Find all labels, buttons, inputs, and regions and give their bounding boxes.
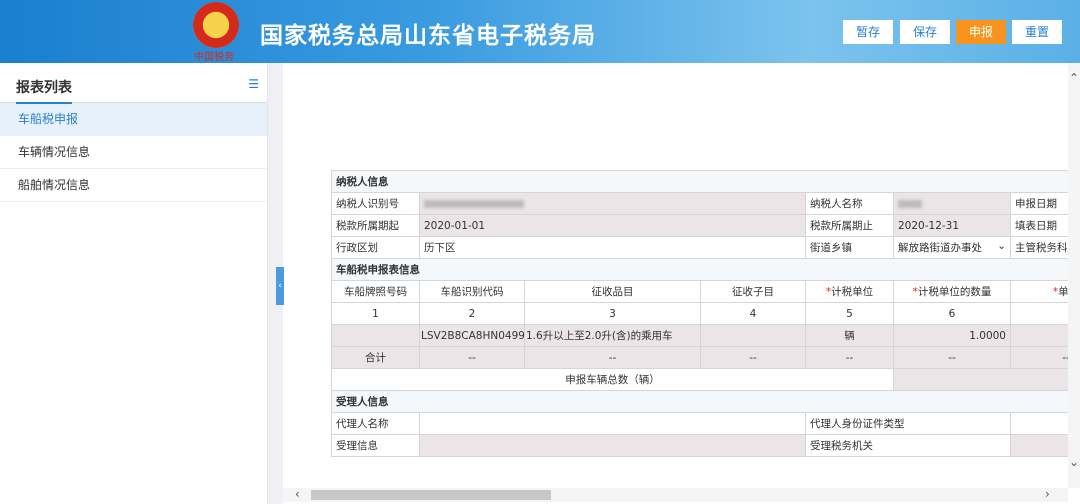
- section-agent: 受理人信息: [331, 390, 1068, 413]
- site-title: 国家税务总局山东省电子税务局: [260, 23, 596, 49]
- table-row: LSV2B8CA8HN049903 1.6升以上至2.0升(含)的乘用车 辆 1…: [331, 324, 1068, 347]
- street-select[interactable]: 解放路街道办事处 ⌄: [893, 236, 1011, 259]
- label: 税款所属期止: [805, 214, 894, 237]
- taxpayer-id-field: [419, 192, 806, 215]
- column-header: 征收品目: [524, 280, 701, 303]
- submit-button[interactable]: 申报: [956, 20, 1006, 44]
- total-cell: --: [524, 346, 701, 369]
- column-header: *计税单位的数量: [893, 280, 1011, 303]
- section-report: 车船税申报表信息: [331, 258, 1068, 281]
- collapse-sidebar-handle[interactable]: ‹: [276, 267, 284, 305]
- label: 税款所属期起: [331, 214, 420, 237]
- emblem-text: 中国税务: [194, 52, 234, 63]
- declaration-form: 纳税人信息 纳税人识别号 纳税人名称 申报日期 税款所属期起 2020-01-01 税款…: [331, 170, 1068, 460]
- vertical-scrollbar[interactable]: ⌃ ⌄: [1068, 63, 1080, 488]
- accept-info-field: [419, 434, 806, 457]
- sidebar-item-vessel-info[interactable]: 船舶情况信息: [0, 169, 267, 202]
- save-button[interactable]: 保存: [900, 20, 950, 44]
- label: 街道乡镇: [805, 236, 894, 259]
- vin-cell: LSV2B8CA8HN049903: [419, 324, 525, 347]
- chevron-down-icon: ⌄: [997, 240, 1006, 252]
- unit-tax-cell: [1009, 324, 1068, 347]
- vehicle-count-field: [892, 368, 1068, 391]
- column-number: 4: [700, 302, 806, 325]
- taxpayer-name-field: [893, 192, 1011, 215]
- column-number: 5: [805, 302, 894, 325]
- column-number: 2: [419, 302, 525, 325]
- subitem-cell: [700, 324, 806, 347]
- agent-name-input[interactable]: [419, 412, 806, 435]
- layers-icon[interactable]: ☰: [248, 77, 259, 91]
- total-label: 合计: [331, 346, 420, 369]
- scroll-thumb[interactable]: [311, 490, 551, 500]
- column-number: 3: [524, 302, 701, 325]
- total-cell: --: [1009, 346, 1068, 369]
- sidebar-title: 报表列表: [16, 77, 72, 104]
- label: 纳税人名称: [805, 192, 894, 215]
- column-number: [1009, 302, 1068, 325]
- column-header: *单位: [1009, 280, 1068, 303]
- scroll-left-icon[interactable]: ‹: [295, 487, 300, 501]
- plate-cell: [331, 324, 420, 347]
- sidebar: 报表列表 ☰ 车船税申报 车辆情况信息 船舶情况信息: [0, 63, 268, 504]
- column-header: 征收子目: [700, 280, 806, 303]
- label: 填表日期: [1009, 214, 1068, 237]
- unit-cell: 辆: [805, 324, 894, 347]
- horizontal-scrollbar[interactable]: ‹ ›: [283, 487, 1068, 502]
- district-field: 历下区: [419, 236, 806, 259]
- scroll-up-icon[interactable]: ⌃: [1069, 71, 1079, 85]
- total-cell: --: [893, 346, 1011, 369]
- column-header: *计税单位: [805, 280, 894, 303]
- total-row: 合计 -- -- -- -- -- --: [331, 346, 1068, 369]
- label: 代理人身份证件类型: [805, 412, 1011, 435]
- column-header: 车船识别代码: [419, 280, 525, 303]
- label: 主管税务科所: [1009, 236, 1068, 259]
- header: 中国税务 国家税务总局山东省电子税务局 暂存 保存 申报 重置: [0, 0, 1080, 63]
- label: 行政区划: [331, 236, 420, 259]
- item-cell: 1.6升以上至2.0升(含)的乘用车: [524, 324, 701, 347]
- accept-office-field: [1009, 434, 1068, 457]
- column-number: 6: [893, 302, 1011, 325]
- agent-id-type-input[interactable]: [1009, 412, 1068, 435]
- section-taxpayer: 纳税人信息: [331, 170, 1068, 193]
- reset-button[interactable]: 重置: [1012, 20, 1062, 44]
- temp-save-button[interactable]: 暂存: [843, 20, 893, 44]
- total-cell: --: [700, 346, 806, 369]
- scroll-down-icon[interactable]: ⌄: [1069, 455, 1079, 469]
- sidebar-item-vehicle-info[interactable]: 车辆情况信息: [0, 136, 267, 169]
- total-cell: --: [419, 346, 525, 369]
- qty-cell: 1.0000: [893, 324, 1011, 347]
- label: 申报日期: [1009, 192, 1068, 215]
- sidebar-item-vehicle-tax[interactable]: 车船税申报: [0, 103, 267, 136]
- label: 纳税人识别号: [331, 192, 420, 215]
- label: 受理信息: [331, 434, 420, 457]
- vehicle-count-label: 申报车辆总数（辆）: [331, 368, 894, 391]
- street-value: 解放路街道办事处: [898, 242, 982, 254]
- label: 代理人名称: [331, 412, 420, 435]
- scroll-right-icon[interactable]: ›: [1045, 487, 1050, 501]
- column-header: 车船牌照号码: [331, 280, 420, 303]
- column-number: 1: [331, 302, 420, 325]
- period-end-field: 2020-12-31: [893, 214, 1011, 237]
- tax-emblem-logo: [193, 2, 239, 48]
- label: 受理税务机关: [805, 434, 1011, 457]
- total-cell: --: [805, 346, 894, 369]
- period-start-field: 2020-01-01: [419, 214, 806, 237]
